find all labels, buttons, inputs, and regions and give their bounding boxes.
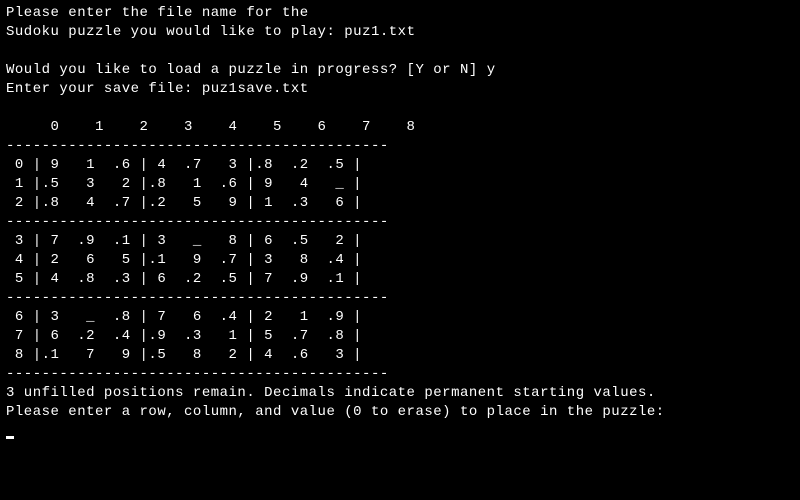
filename-input[interactable]: puz1.txt (344, 24, 415, 40)
board-row-0: 0 | 9 1 .6 | 4 .7 3 |.8 .2 .5 | (6, 157, 362, 173)
board-row-8: 8 |.1 7 9 |.5 8 2 | 4 .6 3 | (6, 347, 362, 363)
column-headers-row: 0 1 2 3 4 5 6 7 8 (6, 119, 415, 135)
remaining-status: 3 unfilled positions remain. Decimals in… (6, 385, 656, 401)
board-row-5: 5 | 4 .8 .3 | 6 .2 .5 | 7 .9 .1 | (6, 271, 362, 287)
filename-prompt-line2: Sudoku puzzle you would like to play: (6, 24, 344, 40)
board-divider: ----------------------------------------… (6, 290, 389, 306)
board-row-2: 2 |.8 4 .7 |.2 5 9 | 1 .3 6 | (6, 195, 362, 211)
savefile-prompt: Enter your save file: (6, 81, 202, 97)
savefile-input[interactable]: puz1save.txt (202, 81, 309, 97)
board-row-3: 3 | 7 .9 .1 | 3 _ 8 | 6 .5 2 | (6, 233, 362, 249)
board-divider: ----------------------------------------… (6, 366, 389, 382)
cursor-icon[interactable] (6, 436, 14, 439)
move-prompt: Please enter a row, column, and value (0… (6, 404, 665, 420)
terminal-output: Please enter the file name for the Sudok… (0, 0, 800, 445)
load-progress-prompt: Would you like to load a puzzle in progr… (6, 62, 487, 78)
load-progress-input[interactable]: y (487, 62, 496, 78)
filename-prompt-line1: Please enter the file name for the (6, 5, 309, 21)
board-divider: ----------------------------------------… (6, 214, 389, 230)
board-divider: ----------------------------------------… (6, 138, 389, 154)
board-row-1: 1 |.5 3 2 |.8 1 .6 | 9 4 _ | (6, 176, 362, 192)
board-row-7: 7 | 6 .2 .4 |.9 .3 1 | 5 .7 .8 | (6, 328, 362, 344)
board-row-4: 4 | 2 6 5 |.1 9 .7 | 3 8 .4 | (6, 252, 362, 268)
board-row-6: 6 | 3 _ .8 | 7 6 .4 | 2 1 .9 | (6, 309, 362, 325)
